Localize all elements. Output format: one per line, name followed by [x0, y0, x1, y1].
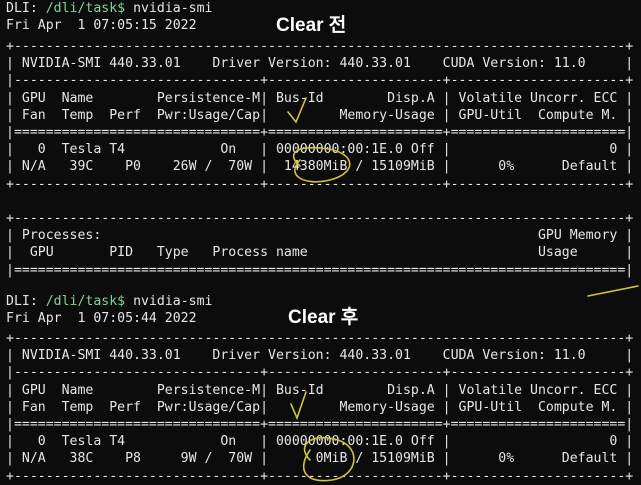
checkmark-1 — [287, 97, 307, 124]
handwritten-marks — [287, 97, 639, 482]
stroke-mark — [587, 285, 639, 297]
checkmark-2 — [290, 391, 307, 421]
circle-mark-2 — [302, 436, 355, 482]
circle-mark-1 — [292, 146, 351, 183]
terminal-window[interactable]: DLI: /dli/task$ nvidia-smi Fri Apr 1 07:… — [0, 0, 641, 484]
